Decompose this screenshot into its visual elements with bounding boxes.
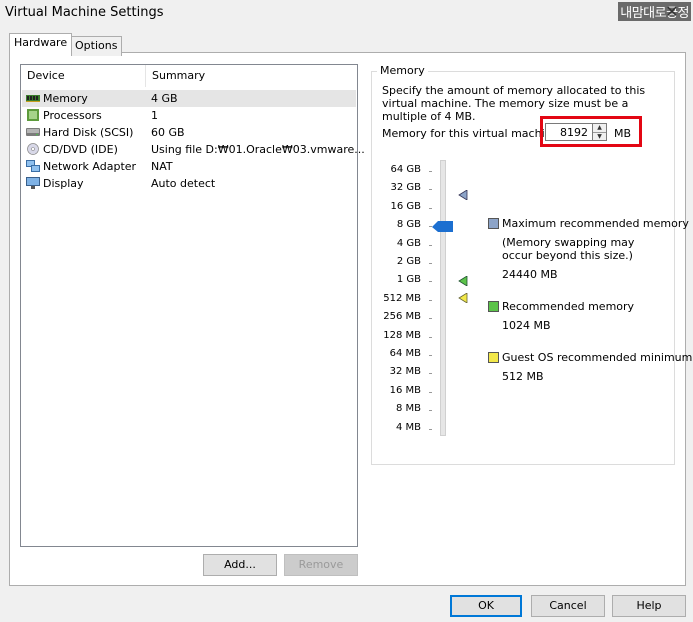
memory-field-label: Memory for this virtual machine: [382,127,563,140]
recommended-value: 1024 MB [502,319,551,332]
recommended-marker-icon [458,276,468,286]
device-summary: 1 [151,109,158,122]
scale-label: 4 MB [395,422,421,433]
column-header-summary[interactable]: Summary [145,65,352,87]
cd-dvd-icon [27,143,39,155]
scale-label: 256 MB [383,311,421,322]
scale-label: 16 GB [390,201,421,212]
memory-icon [26,95,40,102]
scale-tick [429,373,432,374]
scale-tick [429,355,432,356]
device-name: Memory [43,92,88,105]
scale-tick [429,208,432,209]
hard-disk-icon [26,128,40,136]
device-list[interactable]: Device Summary Memory 4 GB Processors 1 … [20,64,365,547]
scale-label: 512 MB [383,293,421,304]
guest-min-marker-icon [458,293,468,303]
scale-tick [429,245,432,246]
memory-unit: MB [614,127,632,140]
scale-label: 2 GB [396,256,421,267]
scale-label: 128 MB [383,330,421,341]
device-name: CD/DVD (IDE) [43,143,118,156]
scale-tick [429,300,432,301]
processor-icon [27,109,39,121]
max-recommended-value: 24440 MB [502,268,558,281]
max-recommended-note: (Memory swapping may occur beyond this s… [502,236,635,262]
scale-tick [429,429,432,430]
close-icon[interactable]: ✕ [655,3,689,21]
device-name: Network Adapter [43,160,137,173]
guest-min-value: 512 MB [502,370,544,383]
scale-tick [429,171,432,172]
add-button[interactable]: Add... [203,554,277,576]
scale-label: 32 GB [390,182,421,193]
scale-label: 8 MB [395,403,421,414]
scale-label: 16 MB [389,385,421,396]
max-recommended-label: Maximum recommended memory [502,217,689,230]
memory-group-title: Memory [377,64,428,77]
scale-label: 8 GB [396,219,421,230]
device-summary: Auto detect [151,177,216,190]
help-button[interactable]: Help [612,595,686,617]
memory-input[interactable]: 8192 [545,123,593,141]
scale-label: 32 MB [389,366,421,377]
scale-tick [429,263,432,264]
scale-label: 64 MB [389,348,421,359]
device-row-display[interactable]: Display Auto detect [22,175,356,192]
tab-hardware[interactable]: Hardware [9,33,73,56]
recommended-swatch [488,301,499,312]
recommended-label: Recommended memory [502,300,635,313]
scale-tick [429,189,432,190]
memory-slider-thumb[interactable] [432,221,454,233]
device-row-cd-dvd[interactable]: CD/DVD (IDE) Using file D:₩01.Oracle₩03.… [22,141,365,158]
spin-up-icon[interactable]: ▲ [593,124,606,133]
device-summary: 60 GB [151,126,185,139]
device-name: Hard Disk (SCSI) [43,126,134,139]
ok-button[interactable]: OK [450,595,522,617]
memory-spinner[interactable]: ▲ ▼ [593,123,607,141]
device-row-memory[interactable]: Memory 4 GB [22,90,356,107]
scale-tick [429,410,432,411]
network-adapter-icon [26,160,40,172]
scale-label: 64 GB [390,164,421,175]
scale-tick [429,318,432,319]
cancel-button[interactable]: Cancel [531,595,605,617]
guest-min-swatch [488,352,499,363]
scale-tick [429,337,432,338]
max-recommended-marker-icon [458,190,468,200]
device-summary: NAT [151,160,173,173]
device-name: Processors [43,109,102,122]
memory-slider-track[interactable] [440,160,446,436]
device-name: Display [43,177,84,190]
device-summary: 4 GB [151,92,178,105]
column-header-device[interactable]: Device [21,65,145,87]
guest-min-label: Guest OS recommended minimum [502,351,693,364]
device-summary: Using file D:₩01.Oracle₩03.vmware... [151,143,365,156]
scale-label: 1 GB [396,274,421,285]
scale-tick [429,392,432,393]
display-icon [26,177,40,189]
remove-button[interactable]: Remove [284,554,358,576]
device-row-processors[interactable]: Processors 1 [22,107,356,124]
max-recommended-swatch [488,218,499,229]
tab-options[interactable]: Options [70,36,123,56]
device-row-network-adapter[interactable]: Network Adapter NAT [22,158,356,175]
scale-tick [429,281,432,282]
spin-down-icon[interactable]: ▼ [593,133,606,141]
scale-label: 4 GB [396,238,421,249]
window-title: Virtual Machine Settings [5,5,164,20]
device-row-hard-disk[interactable]: Hard Disk (SCSI) 60 GB [22,124,356,141]
